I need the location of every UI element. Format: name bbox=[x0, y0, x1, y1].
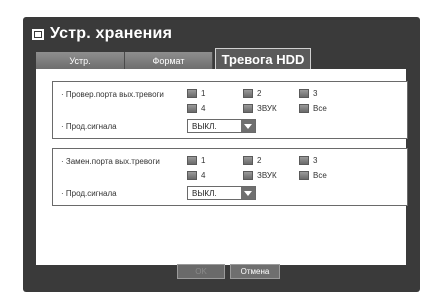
checkbox[interactable] bbox=[243, 171, 253, 180]
replace-duration-select[interactable]: ВЫКЛ. bbox=[187, 186, 256, 200]
check-alarm-option-3[interactable]: 3 bbox=[299, 89, 317, 98]
replace-alarm-option-3[interactable]: 3 bbox=[299, 156, 317, 165]
hdd-alarm-panel: · Провер.порта вых.тревоги 1 2 3 4 ЗВУК … bbox=[36, 69, 408, 265]
checkbox[interactable] bbox=[187, 104, 197, 113]
checkbox[interactable] bbox=[243, 89, 253, 98]
replace-alarm-option-all[interactable]: Все bbox=[299, 171, 327, 180]
check-alarm-option-1[interactable]: 1 bbox=[187, 89, 205, 98]
checkbox[interactable] bbox=[187, 89, 197, 98]
tab-hdd-alarm[interactable]: Тревога HDD bbox=[215, 48, 311, 69]
check-duration-label: · Прод.сигнала bbox=[61, 122, 117, 131]
check-alarm-option-4[interactable]: 4 bbox=[187, 104, 205, 113]
cancel-button[interactable]: Отмена bbox=[230, 264, 280, 279]
chevron-down-icon[interactable] bbox=[241, 120, 255, 132]
checkbox[interactable] bbox=[243, 104, 253, 113]
check-alarm-label: · Провер.порта вых.тревоги bbox=[61, 90, 164, 99]
chevron-down-icon[interactable] bbox=[241, 187, 255, 199]
dialog-title: Устр. хранения bbox=[50, 25, 173, 42]
checkbox[interactable] bbox=[243, 156, 253, 165]
check-alarm-option-2[interactable]: 2 bbox=[243, 89, 261, 98]
ok-button[interactable]: OK bbox=[177, 264, 225, 279]
checkbox[interactable] bbox=[187, 156, 197, 165]
checkbox[interactable] bbox=[187, 171, 197, 180]
replace-alarm-group: · Замен.порта вых.тревоги 1 2 3 4 ЗВУК В… bbox=[52, 148, 408, 206]
title-bar: Устр. хранения bbox=[32, 23, 172, 45]
check-alarm-option-sound[interactable]: ЗВУК bbox=[243, 104, 277, 113]
storage-dialog: Устр. хранения Устр. Формат Тревога HDD … bbox=[23, 17, 420, 292]
checkbox[interactable] bbox=[299, 89, 309, 98]
tab-device[interactable]: Устр. bbox=[36, 52, 125, 69]
replace-alarm-option-sound[interactable]: ЗВУК bbox=[243, 171, 277, 180]
replace-duration-label: · Прод.сигнала bbox=[61, 189, 117, 198]
check-alarm-group: · Провер.порта вых.тревоги 1 2 3 4 ЗВУК … bbox=[52, 81, 408, 139]
checkbox[interactable] bbox=[299, 156, 309, 165]
replace-alarm-option-2[interactable]: 2 bbox=[243, 156, 261, 165]
tab-bar: Устр. Формат Тревога HDD bbox=[36, 48, 311, 69]
check-duration-select[interactable]: ВЫКЛ. bbox=[187, 119, 256, 133]
window-icon bbox=[32, 28, 44, 40]
replace-alarm-option-4[interactable]: 4 bbox=[187, 171, 205, 180]
replace-alarm-label: · Замен.порта вых.тревоги bbox=[61, 157, 160, 166]
tab-format[interactable]: Формат bbox=[125, 52, 213, 69]
checkbox[interactable] bbox=[299, 104, 309, 113]
check-alarm-option-all[interactable]: Все bbox=[299, 104, 327, 113]
checkbox[interactable] bbox=[299, 171, 309, 180]
replace-alarm-option-1[interactable]: 1 bbox=[187, 156, 205, 165]
